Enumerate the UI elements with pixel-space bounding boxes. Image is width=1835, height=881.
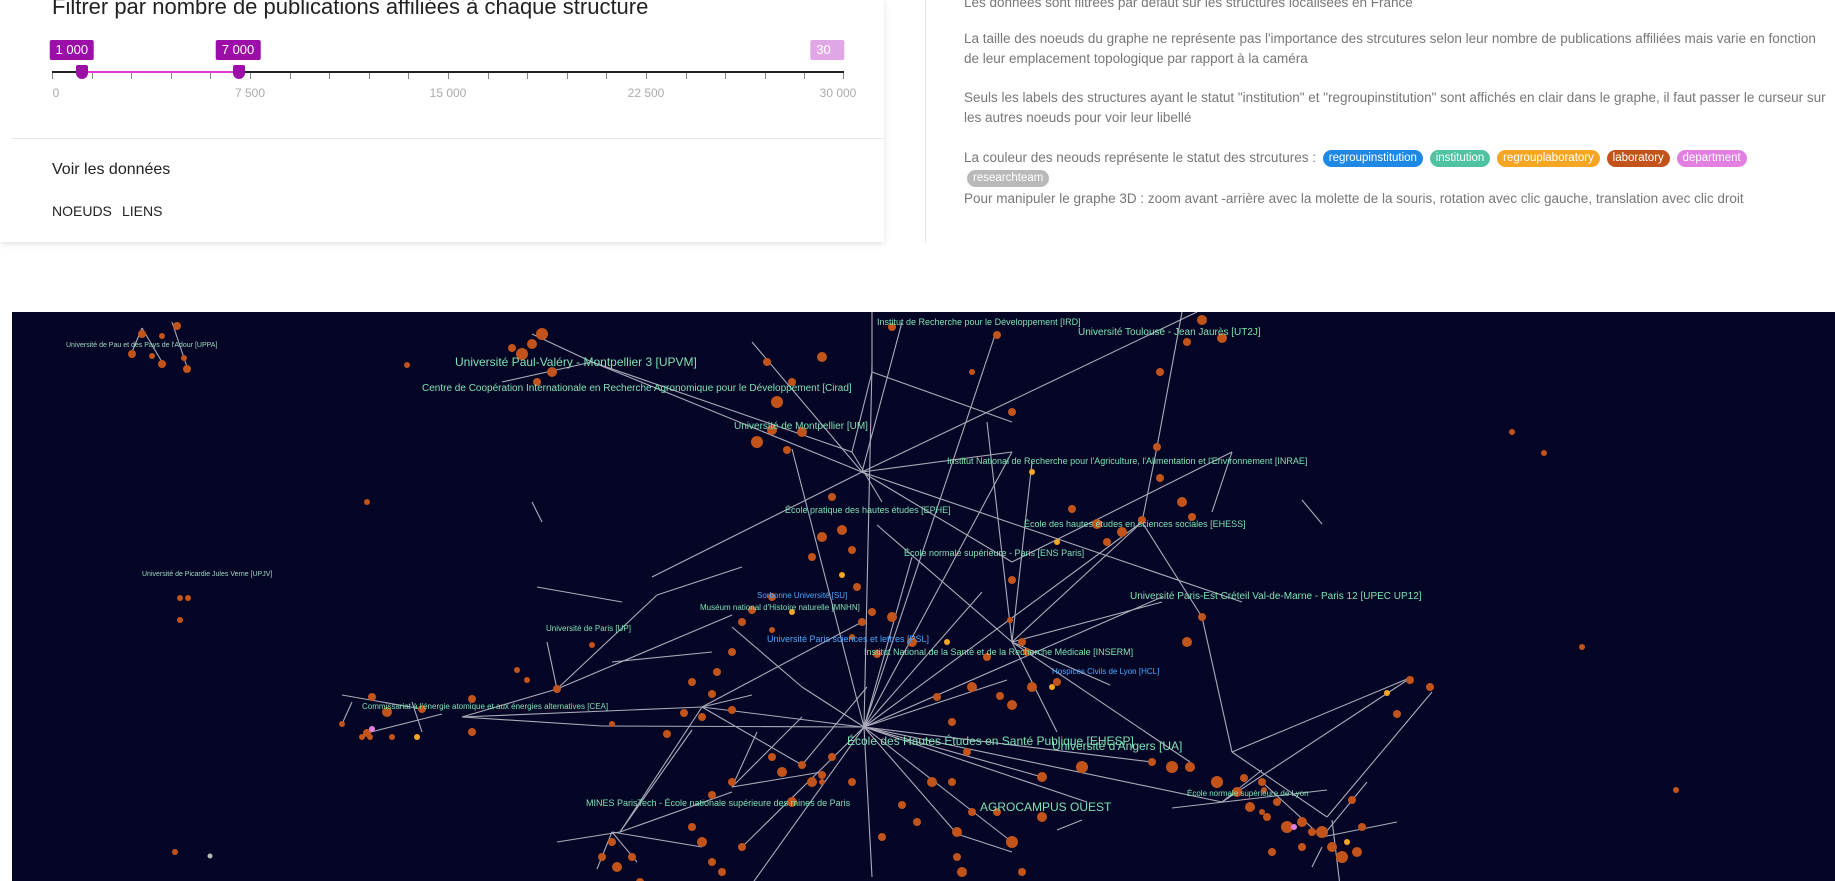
graph-label-inrae[interactable]: Institut National de Recherche pour l'Ag… [947,456,1307,466]
legend-chip-institution: institution [1429,149,1491,167]
slider-tick-label: 30 000 [819,86,857,100]
slider-tick [725,73,727,79]
graph-label-mnhn[interactable]: Muséum national d'Histoire naturelle [MN… [700,603,860,612]
graph-label-ephe[interactable]: École pratique des hautes études [EPHE] [785,505,951,515]
data-section-title: Voir les données [52,161,171,178]
publications-range-slider[interactable]: 1 000 7 000 30 000 0 7 500 15 000 22 500… [49,40,856,100]
graph-3d-canvas[interactable]: Université Paul-Valéry - Montpellier 3 [… [12,312,1835,881]
slider-tick [487,73,489,79]
graph-label-um[interactable]: Université de Montpellier [UM] [734,421,868,432]
slider-tick-label: 7 500 [234,86,266,100]
slider-tick [566,73,568,79]
slider-value-badge: 7 000 [215,40,261,60]
slider-low-thumb[interactable] [76,65,88,79]
graph-label-ens-lyon[interactable]: École normale supérieure de Lyon [1187,789,1309,798]
tab-nodes[interactable]: NOEUDS [52,203,112,219]
graph-label-cea[interactable]: Commissariat à l'énergie atomique et aux… [362,702,608,711]
graph-label-upec[interactable]: Université Paris-Est Créteil Val-de-Marn… [1130,591,1422,602]
slider-tick [250,73,251,79]
slider-tick [527,73,529,79]
slider-min-badge: 1 000 [49,40,95,60]
slider-max-badge: 30 000 [810,40,844,77]
legend-chip-department: department [1676,149,1747,167]
slider-tick [91,73,93,79]
graph-label-mines[interactable]: MINES ParisTech - École nationale supéri… [586,798,850,808]
tab-links[interactable]: LIENS [122,203,162,219]
slider-tick [131,73,133,79]
info-default-filter: Les données sont filtrées par défaut sur… [964,0,1413,10]
graph-label-inserm[interactable]: Institut National de la Santé et de la R… [864,647,1133,657]
graph-label-uppa[interactable]: Université de Pau et des Pays de l'Adour… [66,342,217,349]
legend-chip-regroupinstitution: regroupinstitution [1322,149,1423,167]
section-divider [12,138,884,139]
graph-label-up[interactable]: Université de Paris [UP] [546,624,631,633]
graph-label-agrocampus[interactable]: AGROCAMPUS OUEST [980,800,1111,814]
slider-tick [606,73,608,79]
slider-tick [210,73,212,79]
slider-tick [764,73,766,79]
slider-tick-label: 0 [52,86,60,100]
slider-tick [843,73,844,79]
slider-selected-range [78,71,237,73]
slider-high-thumb[interactable] [233,65,245,79]
graph-nodes [128,315,1679,881]
slider-tick [170,73,172,79]
graph-label-ehess[interactable]: École des hautes études en sciences soci… [1024,519,1246,529]
info-colors: La couleur des neouds représente le stat… [964,148,1832,188]
slider-tick [804,73,806,79]
slider-tick [368,73,370,79]
filter-card: Filtrer par nombre de publications affil… [0,0,884,242]
slider-tick [289,73,291,79]
graph-label-ens-paris[interactable]: École normale supérieure - Paris [ENS Pa… [904,548,1084,558]
legend-chip-laboratory: laboratory [1606,149,1670,167]
slider-tick [329,73,331,79]
info-colors-text: La couleur des neouds représente le stat… [964,150,1316,165]
legend-chip-researchteam: researchteam [967,169,1050,187]
graph-label-su[interactable]: Sorbonne Université [SU] [757,591,847,600]
filter-title: Filtrer par nombre de publications affil… [52,0,649,19]
graph-label-ird[interactable]: Institut de Recherche pour le Développem… [877,317,1081,327]
slider-tick [685,73,687,79]
graph-label-upvm[interactable]: Université Paul-Valéry - Montpellier 3 [… [455,355,697,369]
graph-label-cirad[interactable]: Centre de Coopération Internationale en … [422,383,852,394]
legend-chip-regrouplaboratory: regrouplaboratory [1497,149,1600,167]
vertical-divider [925,0,926,243]
slider-tick-label: 15 000 [429,86,467,100]
graph-label-psl[interactable]: Université Paris sciences et lettres [PS… [767,634,929,644]
info-controls: Pour manipuler le graphe 3D : zoom avant… [964,191,1744,206]
slider-tick [408,73,410,79]
graph-label-ua[interactable]: Université d'Angers [UA] [1052,739,1182,753]
slider-tick-label: 22 500 [627,86,665,100]
graph-label-hcl[interactable]: Hospices Civils de Lyon [HCL] [1052,667,1159,676]
graph-label-upjv[interactable]: Université de Picardie Jules Verne [UPJV… [142,571,272,578]
slider-tick [52,73,53,79]
slider-tick [646,73,647,79]
slider-tick [448,73,449,79]
info-labels: Seuls les labels des structures ayant le… [964,90,1826,125]
graph-edges-layer [128,312,1679,881]
info-node-size: La taille des noeuds du graphe ne représ… [964,31,1816,66]
graph-label-ut2j[interactable]: Université Toulouse - Jean Jaurès [UT2J] [1078,327,1261,338]
